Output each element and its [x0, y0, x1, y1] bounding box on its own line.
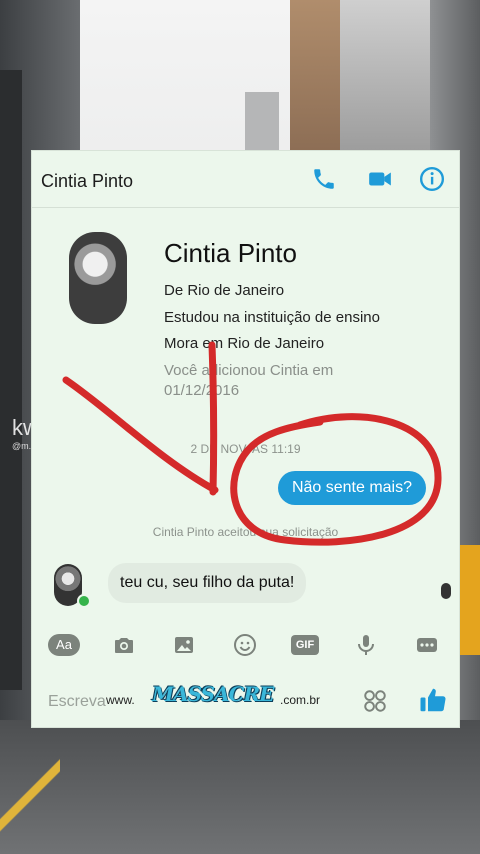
watermark-prefix: www. — [106, 693, 135, 707]
online-status-icon — [77, 594, 91, 608]
taxi — [460, 545, 480, 655]
microphone-icon[interactable] — [352, 631, 380, 659]
profile-info: Cintia Pinto De Rio de Janeiro Estudou n… — [32, 208, 459, 458]
profile-avatar[interactable] — [69, 232, 127, 324]
sticker-icon[interactable] — [362, 688, 388, 714]
outgoing-message-bubble[interactable]: Não sente mais? — [277, 471, 426, 505]
road-stripe — [0, 740, 60, 854]
aa-label: Aa — [48, 634, 80, 656]
street — [0, 720, 480, 854]
profile-lives: Mora em Rio de Janeiro — [164, 335, 325, 352]
gif-label: GIF — [291, 635, 319, 655]
seen-avatar-icon — [441, 583, 451, 599]
profile-studied: Estudou na instituição de ensino — [164, 309, 380, 326]
info-icon[interactable] — [419, 166, 445, 192]
thumbs-up-icon[interactable] — [418, 685, 448, 715]
massacre-logo: MASSACRE — [152, 682, 274, 706]
message-timestamp: 2 DE NOV. ÀS 11:19 — [190, 442, 301, 456]
building — [0, 70, 22, 690]
chat-title: Cintia Pinto — [41, 171, 134, 191]
aa-icon[interactable]: Aa — [47, 631, 81, 659]
chat-header: Cintia Pinto — [32, 151, 459, 208]
composer-toolbar: Aa GIF — [32, 625, 459, 665]
message-composer[interactable]: Escreva www. MASSACRE .com.br — [32, 679, 459, 725]
emoji-icon[interactable] — [231, 631, 259, 659]
incoming-message-bubble[interactable]: teu cu, seu filho da puta! — [108, 563, 307, 603]
friend-added-date: 01/12/2016 — [164, 382, 240, 399]
image-icon[interactable] — [170, 631, 198, 659]
messenger-chat-card: Cintia Pinto Cintia Pinto De Rio de Jane… — [32, 151, 459, 727]
message-input[interactable]: Escreva — [48, 693, 106, 711]
profile-name: Cintia Pinto — [164, 238, 297, 268]
phone-icon[interactable] — [311, 166, 337, 192]
profile-from: De Rio de Janeiro — [164, 282, 285, 299]
request-accepted-note: Cintia Pinto aceitou sua solicitação — [152, 525, 339, 539]
camera-icon[interactable] — [110, 631, 138, 659]
more-icon[interactable] — [413, 631, 441, 659]
watermark-suffix: .com.br — [280, 693, 321, 707]
friend-added-note: Você adicionou Cintia em — [164, 362, 334, 379]
building — [245, 92, 279, 150]
gif-icon[interactable]: GIF — [290, 631, 320, 659]
video-icon[interactable] — [367, 166, 393, 192]
